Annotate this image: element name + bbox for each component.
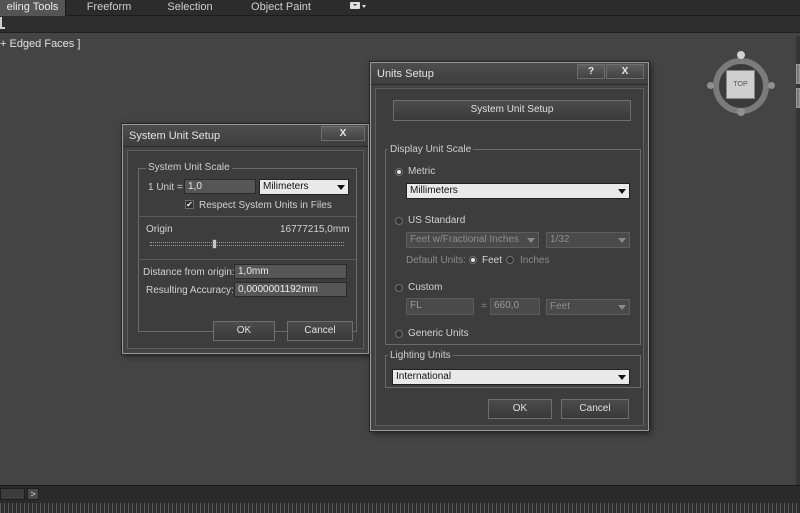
close-button[interactable]: X: [321, 126, 365, 141]
close-icon: X: [339, 128, 347, 139]
inches-radio[interactable]: [506, 256, 514, 264]
equals-label: =: [481, 301, 487, 312]
tab-freeform[interactable]: Freeform: [76, 0, 142, 16]
respect-units-label: Respect System Units in Files: [199, 200, 332, 211]
dialog-title: System Unit Setup: [129, 130, 221, 142]
select-value: International: [396, 371, 452, 382]
accuracy-field[interactable]: 0,0000001192mm: [234, 282, 347, 297]
tab-modeling-tools[interactable]: eling Tools: [0, 0, 66, 16]
distance-field[interactable]: 1,0mm: [234, 264, 347, 279]
close-icon: X: [621, 66, 629, 77]
right-panel-button[interactable]: [796, 88, 800, 108]
panel-edge-icon: [0, 17, 5, 29]
chevron-down-icon: [618, 305, 626, 310]
us-unit-select[interactable]: Feet w/Fractional Inches: [406, 232, 539, 248]
cancel-button[interactable]: Cancel: [561, 399, 629, 419]
select-value: Feet: [550, 301, 571, 312]
origin-slider-thumb[interactable]: [212, 239, 218, 249]
custom-value-field[interactable]: 660,0: [490, 298, 540, 315]
chevron-down-icon: [618, 238, 626, 243]
custom-label: Custom: [408, 282, 443, 293]
unit-prefix-label: 1 Unit =: [148, 182, 183, 193]
select-value: Milimeters: [263, 181, 309, 192]
viewcube-south-marker: [737, 108, 745, 116]
generic-units-radio[interactable]: [395, 330, 403, 338]
lighting-units-select[interactable]: International: [392, 369, 630, 385]
divider: [139, 259, 356, 260]
track-bar-ruler[interactable]: [0, 503, 800, 513]
time-next-button[interactable]: >: [27, 488, 39, 500]
close-button[interactable]: X: [606, 64, 644, 79]
metric-radio[interactable]: [395, 168, 403, 176]
distance-label: Distance from origin:: [143, 267, 235, 278]
viewcube-top-face[interactable]: TOP: [726, 70, 755, 99]
ok-button[interactable]: OK: [488, 399, 552, 419]
us-fraction-select[interactable]: 1/32: [546, 232, 630, 248]
origin-value: 16777215,0mm: [280, 224, 350, 235]
system-unit-select[interactable]: Milimeters: [259, 179, 349, 195]
viewcube-north-marker: [737, 51, 745, 59]
metric-unit-select[interactable]: Millimeters: [406, 183, 630, 199]
origin-slider-track[interactable]: [150, 242, 344, 246]
viewport-label[interactable]: + Edged Faces ]: [0, 38, 80, 50]
ribbon-toggle-icon: [350, 2, 366, 9]
us-standard-label: US Standard: [408, 215, 466, 226]
origin-label: Origin: [146, 224, 173, 235]
dialog-titlebar: System Unit Setup X: [123, 125, 368, 147]
default-units-label: Default Units:: [406, 255, 467, 266]
system-unit-setup-dialog: System Unit Setup X System Unit Scale 1 …: [122, 124, 369, 354]
respect-units-checkbox[interactable]: ✔: [185, 200, 194, 209]
inches-label: Inches: [520, 255, 550, 266]
help-icon: ?: [587, 66, 595, 77]
ok-button[interactable]: OK: [213, 321, 275, 341]
select-value: Feet w/Fractional Inches: [410, 234, 519, 245]
unit-value-field[interactable]: 1,0: [184, 179, 256, 194]
custom-radio[interactable]: [395, 284, 403, 292]
accuracy-label: Resulting Accuracy:: [146, 285, 234, 296]
dialog-body: System Unit Scale 1 Unit = 1,0 Milimeter…: [127, 150, 364, 349]
feet-label: Feet: [482, 255, 503, 266]
metric-label: Metric: [408, 166, 436, 177]
ribbon-panel-row: [0, 16, 800, 33]
viewcube-east-marker: [768, 82, 775, 89]
time-slider[interactable]: [0, 488, 25, 500]
select-value: Millimeters: [410, 185, 458, 196]
us-standard-radio[interactable]: [395, 217, 403, 225]
dialog-title: Units Setup: [377, 68, 434, 80]
dialog-titlebar: Units Setup ? X: [371, 63, 648, 85]
ribbon-bar: eling Tools Freeform Selection Object Pa…: [0, 0, 800, 16]
group-label: Lighting Units: [388, 350, 453, 361]
group-label: System Unit Scale: [146, 162, 232, 173]
units-setup-dialog: Units Setup ? X System Unit Setup Displa…: [370, 62, 649, 431]
custom-name-field[interactable]: FL: [406, 298, 474, 315]
help-button[interactable]: ?: [577, 64, 605, 79]
tab-selection[interactable]: Selection: [157, 0, 223, 16]
dialog-body: System Unit Setup Display Unit Scale Met…: [375, 88, 644, 426]
tab-object-paint[interactable]: Object Paint: [240, 0, 322, 16]
right-panel-button[interactable]: [796, 64, 800, 84]
group-label: Display Unit Scale: [388, 144, 474, 155]
custom-unit-select[interactable]: Feet: [546, 299, 630, 315]
viewcube-west-marker: [707, 82, 714, 89]
chevron-down-icon: [618, 189, 626, 194]
chevron-down-icon: [527, 238, 535, 243]
cancel-button[interactable]: Cancel: [287, 321, 353, 341]
generic-units-label: Generic Units: [408, 328, 469, 339]
system-unit-setup-button[interactable]: System Unit Setup: [393, 100, 631, 121]
ribbon-options-dropdown[interactable]: [346, 0, 370, 16]
select-value: 1/32: [550, 234, 570, 245]
chevron-down-icon: [618, 375, 626, 380]
chevron-down-icon: [337, 185, 345, 190]
divider: [139, 216, 356, 217]
feet-radio[interactable]: [469, 256, 477, 264]
